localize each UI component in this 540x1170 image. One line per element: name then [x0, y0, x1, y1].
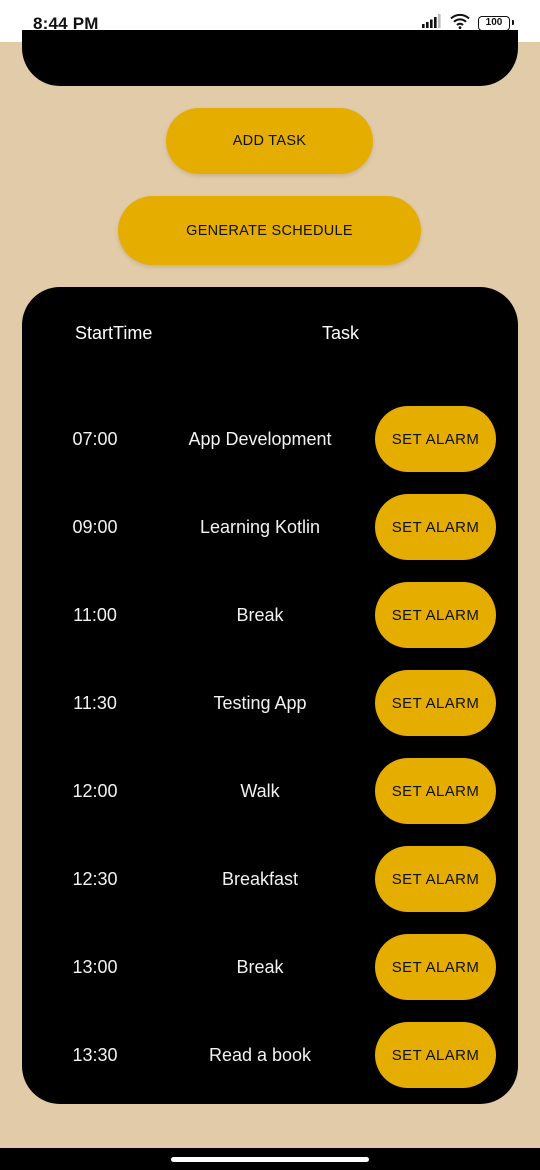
- home-indicator[interactable]: [171, 1157, 369, 1162]
- row-task: App Development: [188, 429, 332, 449]
- row-start-time: 12:30: [72, 869, 118, 889]
- row-start-time: 11:30: [73, 693, 117, 713]
- generate-schedule-button[interactable]: GENERATE SCHEDULE: [118, 196, 421, 265]
- row-task: Break: [236, 957, 284, 977]
- row-task: Learning Kotlin: [199, 517, 321, 537]
- row-task: Testing App: [213, 693, 307, 713]
- header-start-time: StartTime: [75, 323, 153, 343]
- top-card: [22, 30, 518, 86]
- row-start-time: 07:00: [72, 429, 118, 449]
- row-start-time: 13:30: [72, 1045, 118, 1065]
- row-start-time: 13:00: [72, 957, 118, 977]
- set-alarm-button[interactable]: SET ALARM: [375, 406, 496, 472]
- schedule-row: 11:30 Testing App SET ALARM: [22, 670, 518, 736]
- schedule-row: 11:00 Break SET ALARM: [22, 582, 518, 648]
- battery-icon: 100: [478, 15, 514, 31]
- row-start-time: 11:00: [73, 605, 117, 625]
- row-start-time: 12:00: [72, 781, 118, 801]
- schedule-card: StartTime Task 07:00 App Development SET…: [22, 287, 518, 1104]
- row-task: Break: [236, 605, 284, 625]
- schedule-row: 07:00 App Development SET ALARM: [22, 406, 518, 472]
- set-alarm-button[interactable]: SET ALARM: [375, 846, 496, 912]
- schedule-row: 09:00 Learning Kotlin SET ALARM: [22, 494, 518, 560]
- schedule-row: 13:30 Read a book SET ALARM: [22, 1022, 518, 1088]
- row-task: Read a book: [208, 1045, 312, 1065]
- header-task: Task: [322, 323, 360, 343]
- set-alarm-button[interactable]: SET ALARM: [375, 758, 496, 824]
- schedule-row: 12:30 Breakfast SET ALARM: [22, 846, 518, 912]
- set-alarm-button[interactable]: SET ALARM: [375, 494, 496, 560]
- add-task-button[interactable]: ADD TASK: [166, 108, 373, 174]
- row-task: Walk: [240, 781, 280, 801]
- schedule-row: 13:00 Break SET ALARM: [22, 934, 518, 1000]
- navigation-bar: [0, 1148, 540, 1170]
- set-alarm-button[interactable]: SET ALARM: [375, 582, 496, 648]
- schedule-row: 12:00 Walk SET ALARM: [22, 758, 518, 824]
- row-task: Breakfast: [221, 869, 299, 889]
- set-alarm-button[interactable]: SET ALARM: [375, 670, 496, 736]
- set-alarm-button[interactable]: SET ALARM: [375, 1022, 496, 1088]
- set-alarm-button[interactable]: SET ALARM: [375, 934, 496, 1000]
- row-start-time: 09:00: [72, 517, 118, 537]
